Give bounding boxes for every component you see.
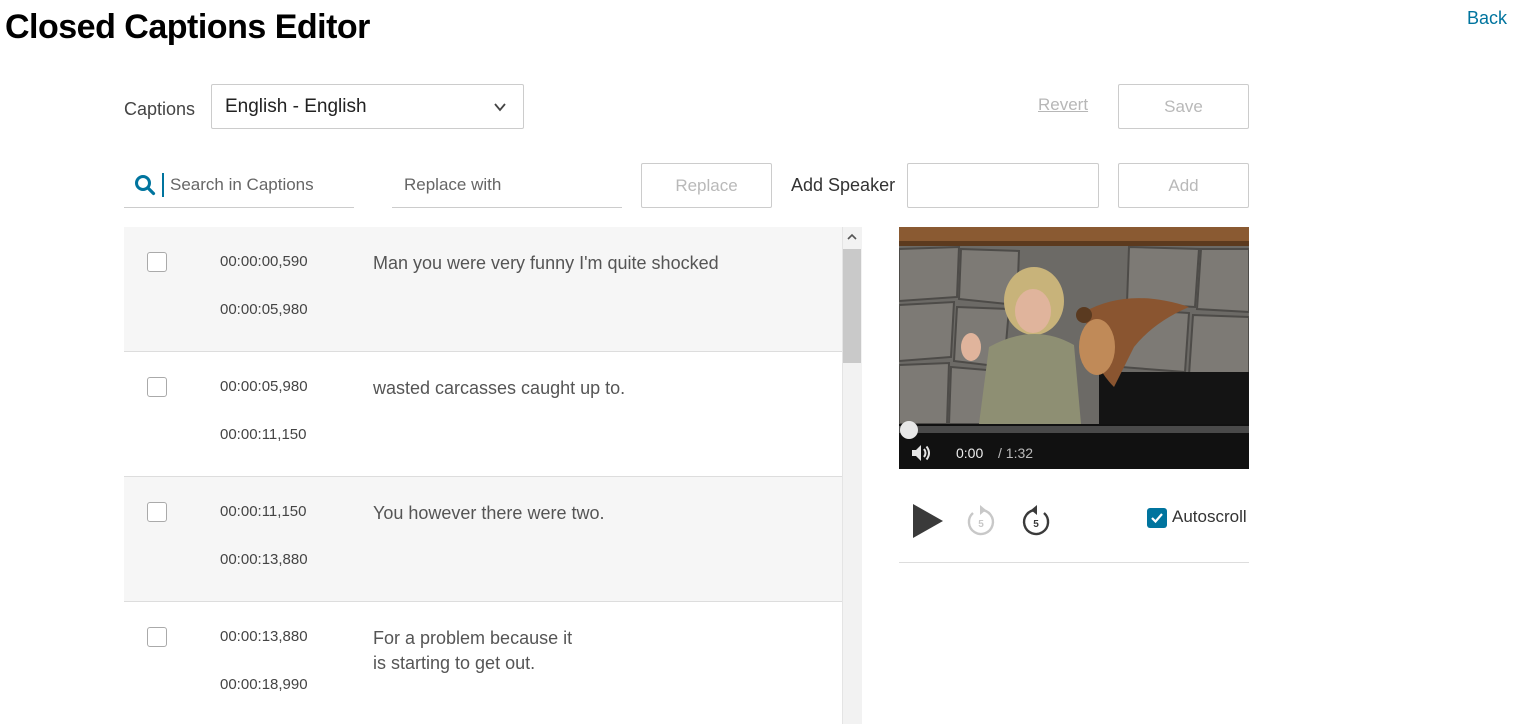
caption-start-time[interactable]: 00:00:11,150 [220, 503, 306, 520]
captions-language-label: Captions [124, 99, 196, 119]
search-icon [135, 175, 156, 196]
revert-link[interactable]: Revert [1038, 95, 1088, 115]
caption-start-time[interactable]: 00:00:13,880 [220, 628, 308, 645]
caption-checkbox[interactable] [147, 502, 167, 522]
caption-text[interactable]: For a problem because it is starting to … [373, 626, 733, 676]
volume-icon[interactable] [910, 443, 932, 463]
autoscroll-checkbox[interactable] [1147, 508, 1167, 528]
video-progress-bar[interactable] [899, 426, 1249, 433]
language-select[interactable]: English - English [211, 84, 524, 129]
back-link[interactable]: Back [1467, 8, 1507, 29]
language-selected-value: English - English [225, 95, 367, 117]
speaker-name-input[interactable] [907, 163, 1099, 208]
svg-text:5: 5 [1033, 519, 1039, 530]
caption-list: 00:00:00,590 00:00:05,980 Man you were v… [124, 227, 842, 724]
video-frame [899, 227, 1249, 424]
forward-5-icon[interactable]: 5 [1019, 504, 1053, 540]
caption-row[interactable]: 00:00:13,880 00:00:18,990 For a problem … [124, 602, 842, 724]
chevron-down-icon [494, 103, 506, 112]
caption-row[interactable]: 00:00:11,150 00:00:13,880 You however th… [124, 477, 842, 602]
checkmark-icon [1151, 513, 1163, 524]
scroll-up-arrow-icon[interactable] [842, 227, 862, 247]
replace-button[interactable]: Replace [641, 163, 772, 208]
save-button[interactable]: Save [1118, 84, 1249, 129]
video-progress-knob[interactable] [900, 421, 918, 439]
caption-checkbox[interactable] [147, 252, 167, 272]
caption-end-time[interactable]: 00:00:13,880 [220, 551, 308, 568]
caption-row[interactable]: 00:00:05,980 00:00:11,150 wasted carcass… [124, 352, 842, 477]
caption-end-time[interactable]: 00:00:11,150 [220, 426, 306, 443]
scrollbar-thumb[interactable] [843, 249, 861, 363]
replace-input[interactable] [398, 175, 578, 195]
video-total-time: / 1:32 [998, 445, 1034, 461]
player-divider [899, 562, 1249, 563]
autoscroll-label[interactable]: Autoscroll [1172, 507, 1247, 527]
caption-row[interactable]: 00:00:00,590 00:00:05,980 Man you were v… [124, 227, 842, 352]
video-current-time: 0:00 [956, 445, 984, 461]
caption-start-time[interactable]: 00:00:00,590 [220, 253, 308, 270]
replace-field[interactable] [392, 163, 622, 208]
caption-checkbox[interactable] [147, 377, 167, 397]
caption-text[interactable]: You however there were two. [373, 501, 733, 526]
caption-end-time[interactable]: 00:00:05,980 [220, 301, 308, 318]
caption-end-time[interactable]: 00:00:18,990 [220, 676, 308, 693]
caption-text[interactable]: Man you were very funny I'm quite shocke… [373, 251, 733, 276]
caption-text[interactable]: wasted carcasses caught up to. [373, 376, 733, 401]
add-speaker-button[interactable]: Add [1118, 163, 1249, 208]
svg-text:5: 5 [978, 519, 984, 530]
search-input[interactable] [164, 175, 344, 195]
caption-start-time[interactable]: 00:00:05,980 [220, 378, 308, 395]
play-icon[interactable] [910, 502, 946, 540]
page-title: Closed Captions Editor [5, 8, 370, 46]
caption-checkbox[interactable] [147, 627, 167, 647]
search-field[interactable] [124, 163, 354, 208]
video-player[interactable]: 0:00 / 1:32 [899, 227, 1249, 469]
add-speaker-label: Add Speaker [791, 175, 896, 195]
rewind-5-icon[interactable]: 5 [964, 504, 998, 540]
